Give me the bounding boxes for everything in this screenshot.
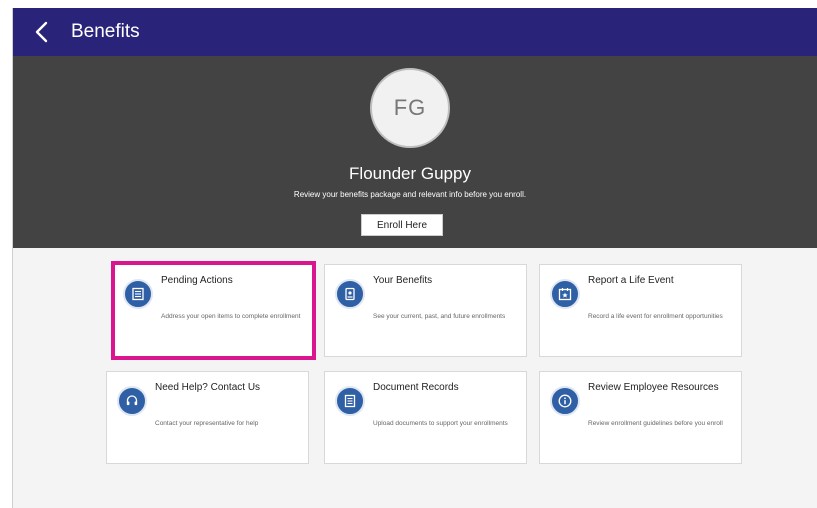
card-title: Pending Actions [161,275,233,286]
banner-tagline: Review your benefits package and relevan… [293,190,527,199]
card-title: Need Help? Contact Us [155,382,261,393]
document-icon [335,386,365,416]
list-icon [123,279,153,309]
chevron-left-icon [35,21,48,43]
card-report-life-event[interactable]: Report a Life Event Record a life event … [539,264,742,357]
badge-icon [335,279,365,309]
card-review-employee-resources[interactable]: Review Employee Resources Review enrollm… [539,371,742,464]
card-document-records[interactable]: Document Records Upload documents to sup… [324,371,527,464]
card-need-help[interactable]: Need Help? Contact Us Contact your repre… [106,371,309,464]
card-your-benefits[interactable]: Your Benefits See your current, past, an… [324,264,527,357]
calendar-star-icon [550,279,580,309]
card-title: Review Employee Resources [588,382,719,393]
card-pending-actions[interactable]: Pending Actions Address your open items … [112,264,315,357]
profile-banner: FG Flounder Guppy Review your benefits p… [13,56,817,248]
card-description: Address your open items to complete enro… [161,313,301,320]
avatar: FG [370,68,450,148]
back-button[interactable] [31,18,53,46]
card-title: Report a Life Event [588,275,674,286]
user-name: Flounder Guppy [349,164,471,183]
top-bar: Benefits [13,8,817,56]
headset-icon [117,386,147,416]
benefits-window: Benefits FG Flounder Guppy Review your b… [12,8,817,508]
info-icon [550,386,580,416]
card-description: Contact your representative for help [155,420,259,427]
card-description: Upload documents to support your enrollm… [373,420,508,427]
card-description: Record a life event for enrollment oppor… [588,313,723,320]
card-description: See your current, past, and future enrol… [373,313,506,320]
card-description: Review enrollment guidelines before you … [588,420,723,427]
page-title: Benefits [71,21,140,42]
enroll-here-button[interactable]: Enroll Here [361,214,443,236]
card-title: Your Benefits [373,275,433,286]
card-title: Document Records [373,382,459,393]
